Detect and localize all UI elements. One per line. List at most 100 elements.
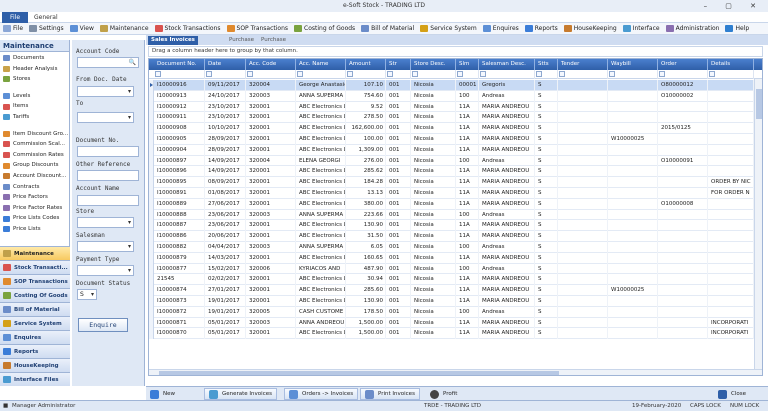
table-cell[interactable]: S bbox=[535, 166, 558, 178]
table-cell[interactable] bbox=[708, 231, 754, 242]
table-row[interactable]: I10000911 23/10/2017 320001 ABC Electronics… bbox=[149, 112, 762, 124]
menu-maintenance[interactable]: Maintenance bbox=[99, 25, 149, 32]
table-cell[interactable] bbox=[558, 80, 608, 91]
table-cell[interactable]: S bbox=[535, 306, 558, 318]
table-cell[interactable] bbox=[608, 155, 658, 167]
table-cell[interactable]: 487.90 bbox=[346, 263, 386, 275]
table-cell[interactable] bbox=[608, 263, 658, 275]
sidebar-item-documents[interactable]: Documents bbox=[0, 53, 69, 64]
table-cell[interactable] bbox=[558, 328, 608, 340]
table-cell[interactable]: 223.66 bbox=[346, 209, 386, 221]
table-cell[interactable]: S bbox=[535, 133, 558, 145]
table-cell[interactable] bbox=[608, 187, 658, 199]
table-cell[interactable]: 001 bbox=[386, 317, 411, 329]
table-cell[interactable]: 320001 bbox=[246, 274, 296, 286]
table-cell[interactable]: MARIA ANDREOU bbox=[479, 220, 535, 232]
table-cell[interactable]: Andreas bbox=[479, 306, 535, 318]
table-cell[interactable]: 001 bbox=[386, 90, 411, 102]
table-cell[interactable]: 100 bbox=[456, 241, 479, 253]
table-row[interactable]: I10000912 23/10/2017 320001 ABC Electronics… bbox=[149, 101, 762, 113]
table-cell[interactable]: 320004 bbox=[246, 80, 296, 91]
tab-sales-invoices[interactable]: Sales Invoices bbox=[148, 36, 198, 45]
print-invoices-button[interactable]: Print Invoices bbox=[360, 388, 420, 400]
table-cell[interactable]: 11A bbox=[456, 317, 479, 329]
table-cell[interactable]: 11A bbox=[456, 285, 479, 296]
chevron-down-icon[interactable]: ▾ bbox=[91, 290, 94, 299]
table-cell[interactable]: 24/10/2017 bbox=[205, 90, 246, 102]
table-cell[interactable]: Nicosia bbox=[411, 306, 456, 318]
table-cell[interactable]: 320001 bbox=[246, 177, 296, 188]
table-cell[interactable]: ABC Electronics L bbox=[296, 144, 346, 156]
table-cell[interactable]: S bbox=[535, 112, 558, 124]
table-cell[interactable]: 001 bbox=[386, 274, 411, 286]
column-header-amount[interactable]: Amount bbox=[346, 59, 386, 70]
table-cell[interactable]: O10000008 bbox=[658, 198, 708, 210]
sidebar-section-bill-of-material[interactable]: Bill of Material bbox=[0, 302, 70, 316]
table-cell[interactable]: 11A bbox=[456, 123, 479, 134]
column-header-document-no-[interactable]: Document No. bbox=[154, 59, 205, 70]
table-cell[interactable] bbox=[608, 220, 658, 232]
table-cell[interactable]: 100 bbox=[456, 90, 479, 102]
horizontal-scrollbar[interactable] bbox=[149, 369, 762, 375]
table-cell[interactable]: 11A bbox=[456, 198, 479, 210]
table-cell[interactable] bbox=[658, 263, 708, 275]
table-cell[interactable]: Nicosia bbox=[411, 166, 456, 178]
column-filter-cell[interactable] bbox=[456, 70, 479, 79]
table-cell[interactable]: MARIA ANDREOU bbox=[479, 166, 535, 178]
filter-icon[interactable] bbox=[387, 71, 393, 77]
table-cell[interactable]: 380.00 bbox=[346, 198, 386, 210]
filter-icon[interactable] bbox=[297, 71, 303, 77]
table-cell[interactable] bbox=[558, 285, 608, 296]
table-cell[interactable]: S bbox=[535, 263, 558, 275]
table-cell[interactable]: 001 bbox=[386, 187, 411, 199]
filter-icon[interactable] bbox=[480, 71, 486, 77]
filter-icon[interactable] bbox=[536, 71, 542, 77]
table-cell[interactable]: 23/06/2017 bbox=[205, 220, 246, 232]
table-cell[interactable]: 11A bbox=[456, 274, 479, 286]
table-cell[interactable]: 14/09/2017 bbox=[205, 166, 246, 178]
column-header-acc-name[interactable]: Acc. Name bbox=[296, 59, 346, 70]
table-cell[interactable]: MARIA ANDREOU bbox=[479, 274, 535, 286]
table-cell[interactable] bbox=[708, 220, 754, 232]
table-cell[interactable]: 107.10 bbox=[346, 80, 386, 91]
table-cell[interactable] bbox=[558, 198, 608, 210]
table-cell[interactable]: 754.60 bbox=[346, 90, 386, 102]
table-cell[interactable]: ANNA SUPERMA bbox=[296, 209, 346, 221]
table-cell[interactable]: 10/10/2017 bbox=[205, 123, 246, 134]
table-cell[interactable]: S bbox=[535, 241, 558, 253]
table-cell[interactable]: 2015/0125 bbox=[658, 123, 708, 134]
table-cell[interactable] bbox=[608, 90, 658, 102]
table-row[interactable]: I10000916 09/11/2017 320004 George Anastasi… bbox=[149, 80, 762, 91]
table-cell[interactable]: 320001 bbox=[246, 328, 296, 340]
table-cell[interactable] bbox=[608, 295, 658, 307]
table-cell[interactable]: 21545 bbox=[154, 274, 205, 286]
table-cell[interactable] bbox=[658, 306, 708, 318]
chevron-down-icon[interactable]: ▾ bbox=[128, 218, 131, 227]
table-cell[interactable]: MARIA ANDREOU bbox=[479, 328, 535, 340]
table-cell[interactable]: 11A bbox=[456, 177, 479, 188]
table-cell[interactable]: S bbox=[535, 187, 558, 199]
table-cell[interactable] bbox=[558, 317, 608, 329]
table-cell[interactable]: I10000888 bbox=[154, 209, 205, 221]
table-cell[interactable] bbox=[608, 177, 658, 188]
new-button[interactable]: New bbox=[150, 388, 175, 400]
table-cell[interactable] bbox=[708, 263, 754, 275]
table-cell[interactable]: MARIA ANDREOU bbox=[479, 101, 535, 113]
chevron-down-icon[interactable]: ▾ bbox=[128, 242, 131, 251]
account-name-input[interactable] bbox=[77, 195, 139, 206]
profit-button[interactable]: Profit bbox=[430, 388, 457, 400]
table-cell[interactable] bbox=[558, 274, 608, 286]
sidebar-item-item-discount-gro-[interactable]: Item Discount Gro... bbox=[0, 129, 69, 140]
filter-icon[interactable] bbox=[709, 71, 715, 77]
table-cell[interactable]: 001 bbox=[386, 263, 411, 275]
table-cell[interactable]: 320004 bbox=[246, 155, 296, 167]
table-cell[interactable] bbox=[658, 112, 708, 124]
table-cell[interactable]: 11A bbox=[456, 295, 479, 307]
table-cell[interactable]: S bbox=[535, 90, 558, 102]
table-cell[interactable]: S bbox=[535, 285, 558, 296]
column-filter-cell[interactable] bbox=[205, 70, 246, 79]
table-cell[interactable] bbox=[658, 133, 708, 145]
search-icon[interactable]: 🔍 bbox=[129, 58, 136, 67]
table-cell[interactable]: W10000025 bbox=[608, 285, 658, 296]
table-cell[interactable]: ABC Electronics L bbox=[296, 252, 346, 264]
